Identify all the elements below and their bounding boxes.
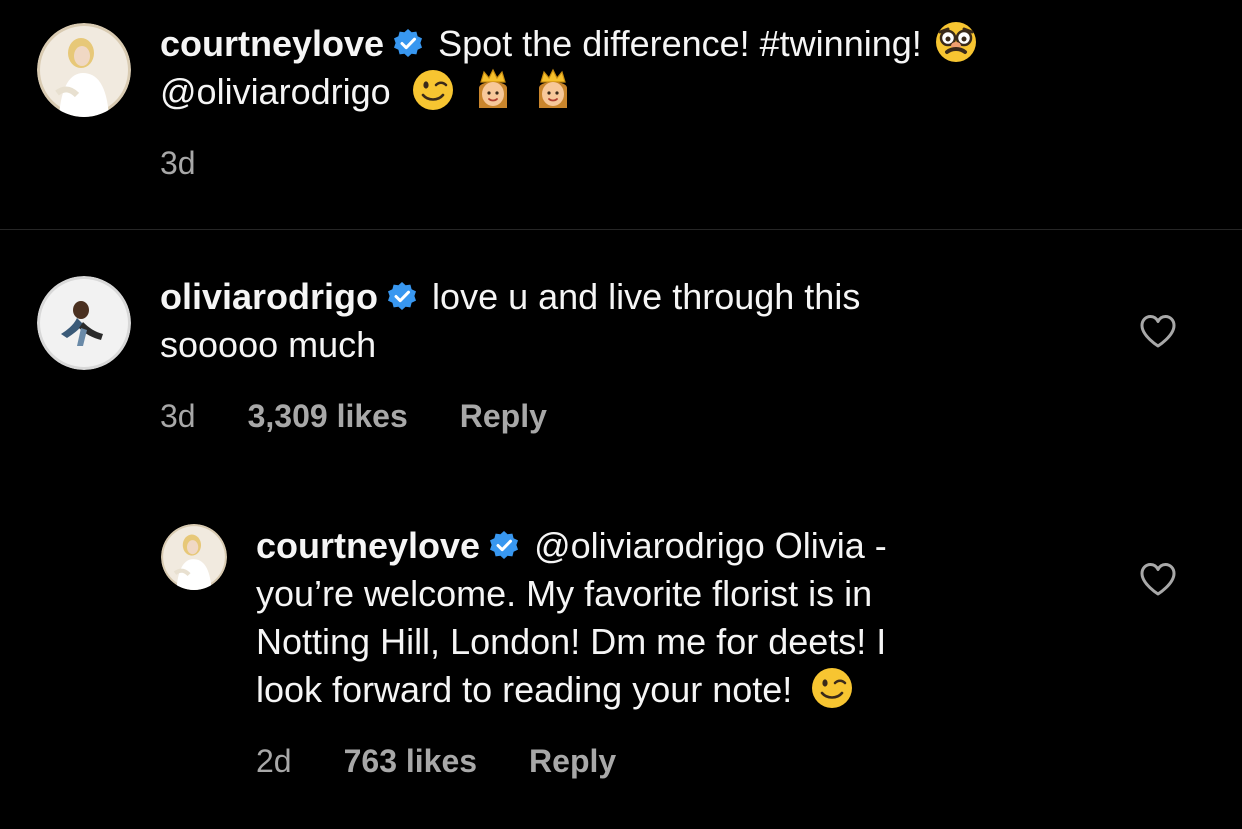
verified-badge-icon: [386, 281, 418, 313]
courtneylove-avatar-image: [161, 524, 227, 590]
comment-message-line-2: sooooo much: [160, 324, 377, 365]
likes-count[interactable]: 3,309 likes: [248, 396, 408, 436]
caption-message: Spot the difference! #twinning!: [438, 23, 922, 64]
timestamp: 3d: [160, 145, 196, 181]
disguised-face-emoji-icon: [934, 20, 978, 64]
reply-message-line-1: Olivia -: [774, 525, 887, 566]
reply-button[interactable]: Reply: [460, 396, 547, 436]
avatar[interactable]: [37, 23, 131, 117]
caption-divider: [0, 229, 1242, 230]
verified-badge-icon: [392, 28, 424, 60]
mention-link[interactable]: @oliviarodrigo: [160, 71, 391, 112]
likes-count[interactable]: 763 likes: [344, 741, 477, 781]
reply-text: courtneylove @oliviarodrigo Olivia - you…: [256, 522, 1116, 714]
winking-face-emoji-icon: [810, 666, 854, 710]
reply-message-line-2: you’re welcome. My favorite florist is i…: [256, 573, 873, 614]
heart-icon[interactable]: [1139, 562, 1177, 596]
avatar[interactable]: [161, 524, 227, 590]
caption-meta: 3d: [160, 143, 196, 183]
caption-text: courtneylove Spot the difference! #twinn…: [160, 20, 1180, 116]
courtneylove-avatar-image: [37, 23, 131, 117]
reply-button[interactable]: Reply: [529, 741, 616, 781]
oliviarodrigo-avatar-image: [37, 276, 131, 370]
username[interactable]: oliviarodrigo: [160, 276, 378, 317]
princess-emoji-icon: [471, 68, 515, 112]
winking-face-emoji-icon: [411, 68, 455, 112]
comment-message-line-1: love u and live through this: [432, 276, 861, 317]
username[interactable]: courtneylove: [160, 23, 384, 64]
mention-link[interactable]: @oliviarodrigo: [534, 525, 765, 566]
verified-badge-icon: [488, 530, 520, 562]
comment-meta: 3d 3,309 likes Reply: [160, 396, 547, 436]
avatar[interactable]: [37, 276, 131, 370]
heart-icon[interactable]: [1139, 314, 1177, 348]
username[interactable]: courtneylove: [256, 525, 480, 566]
reply-message-line-3: Notting Hill, London! Dm me for deets! I: [256, 621, 887, 662]
princess-emoji-icon: [531, 68, 575, 112]
reply-message-line-4: look forward to reading your note!: [256, 669, 793, 710]
comment-text: oliviarodrigo love u and live through th…: [160, 273, 1060, 369]
timestamp: 3d: [160, 398, 196, 434]
timestamp: 2d: [256, 743, 292, 779]
reply-meta: 2d 763 likes Reply: [256, 741, 616, 781]
